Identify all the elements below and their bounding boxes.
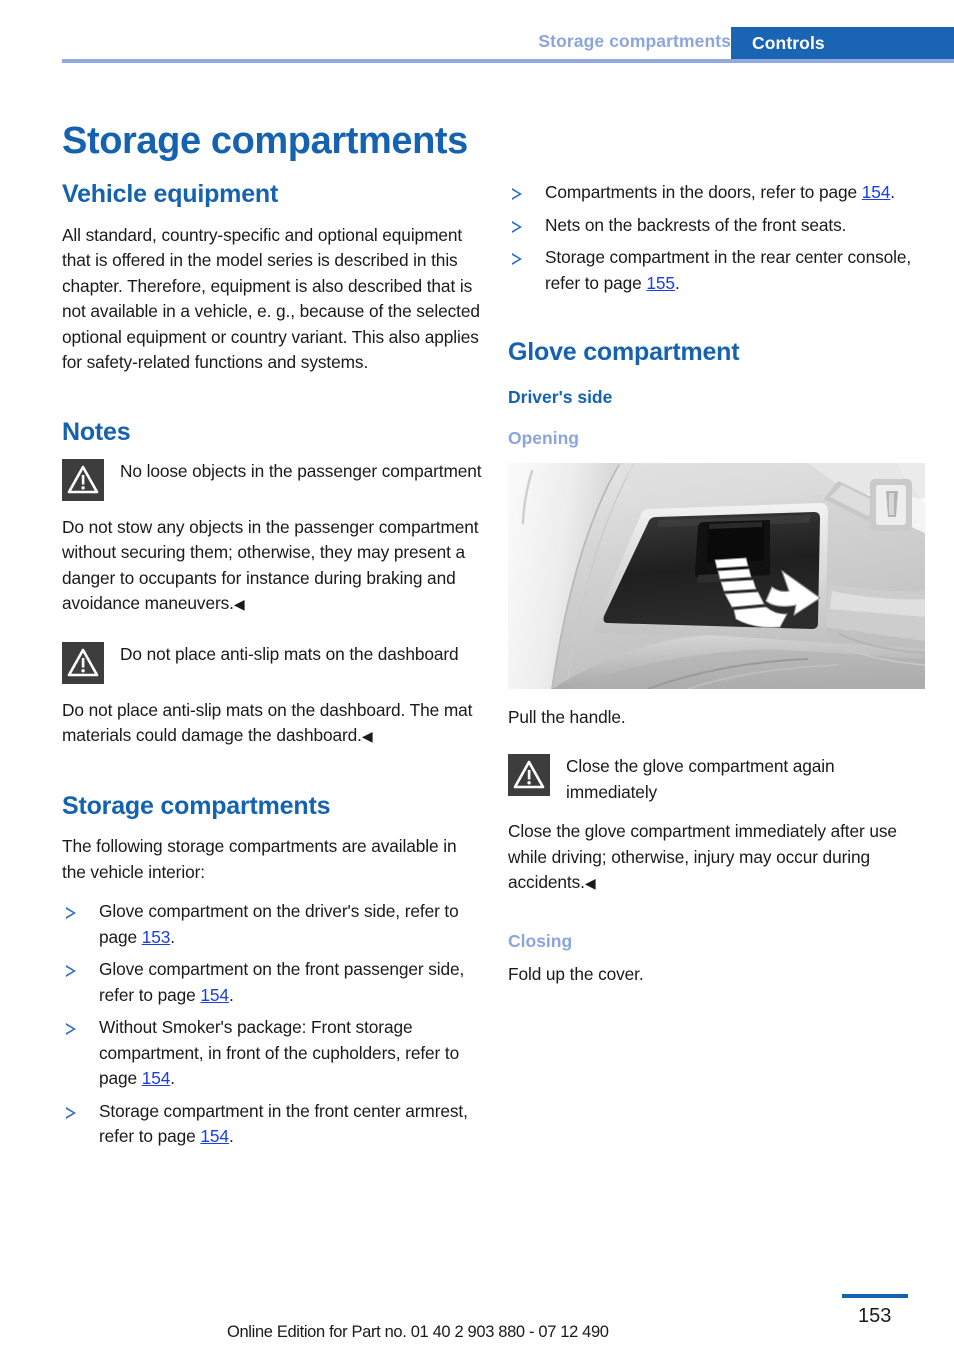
warning-triangle-icon xyxy=(62,458,104,501)
list-item: Glove compartment on the driver's side, … xyxy=(62,899,482,950)
storage-compartments-list-continued: Compartments in the doors, refer to page… xyxy=(508,180,928,296)
warning-note-2-title: Do not place anti-slip mats on the dashb… xyxy=(120,643,459,664)
list-item-text-tail: . xyxy=(890,182,895,202)
list-item-text: Storage compartment in the rear center c… xyxy=(545,247,912,293)
triangle-bullet-icon xyxy=(512,188,522,200)
warning-triangle-icon xyxy=(62,641,104,684)
list-item-text-tail: . xyxy=(170,1068,175,1089)
heading-storage-compartments: Storage compartments xyxy=(62,791,331,820)
triangle-bullet-icon xyxy=(66,1023,76,1036)
warning-note-2-title-row: Do not place anti-slip mats on the dashb… xyxy=(62,641,482,684)
list-item-text-tail: . xyxy=(228,984,234,1005)
list-item: Without Smoker's package: Front storage … xyxy=(62,1015,482,1092)
header-divider-rule xyxy=(62,59,954,63)
heading-vehicle-equipment: Vehicle equipment xyxy=(62,180,279,208)
storage-compartments-list: Glove compartment on the driver's side, … xyxy=(62,899,482,1150)
page-title: Storage compartments xyxy=(62,120,468,163)
list-item-text-tail: . xyxy=(170,926,175,947)
page-reference-link[interactable]: 155 xyxy=(646,273,675,293)
list-item-text-tail: . xyxy=(674,272,680,293)
warning-note-3-title: Close the glove compartment again immedi… xyxy=(566,756,835,802)
warning-note-1-endmark: ◀ xyxy=(233,596,245,612)
heading-notes: Notes xyxy=(62,417,131,446)
list-item: Storage compartment in the front center … xyxy=(62,1099,482,1150)
page-reference-link[interactable]: 154 xyxy=(200,1126,229,1146)
list-item-text: Compartments in the doors, refer to page xyxy=(545,182,862,202)
warning-note-3-body-text: Close the glove compartment immediately … xyxy=(508,821,897,893)
warning-note-1-body: Do not stow any objects in the passenger… xyxy=(62,515,482,618)
triangle-bullet-icon xyxy=(512,253,522,265)
page-reference-link[interactable]: 154 xyxy=(862,182,891,202)
footer-page-number: 153 xyxy=(858,1305,892,1327)
warning-note-1-title: No loose objects in the passenger compar… xyxy=(120,460,482,481)
page-reference-link[interactable]: 153 xyxy=(142,927,171,947)
subheading-opening: Opening xyxy=(508,427,579,448)
list-item: Compartments in the doors, refer to page… xyxy=(508,180,928,206)
glove-compartment-figure xyxy=(508,462,925,689)
heading-glove-compartment: Glove compartment xyxy=(508,338,740,366)
warning-note-2-body: Do not place anti-slip mats on the dashb… xyxy=(62,698,482,750)
triangle-bullet-icon xyxy=(66,907,76,920)
paragraph-vehicle-equipment: All standard, country-specific and optio… xyxy=(62,224,480,373)
list-item-text-tail: . xyxy=(228,1126,234,1147)
page-reference-link[interactable]: 154 xyxy=(200,985,229,1005)
page-reference-link[interactable]: 154 xyxy=(142,1068,171,1088)
warning-triangle-icon xyxy=(508,754,550,797)
list-item: Nets on the backrests of the front seats… xyxy=(508,213,928,239)
triangle-bullet-icon xyxy=(66,1106,76,1119)
triangle-bullet-icon xyxy=(512,220,522,233)
triangle-bullet-icon xyxy=(66,965,76,978)
footer-edition-text: Online Edition for Part no. 01 40 2 903 … xyxy=(227,1323,609,1341)
list-item-text: Nets on the backrests of the front seats… xyxy=(545,214,847,235)
subheading-closing: Closing xyxy=(508,930,573,951)
left-column: Vehicle equipment All standard, country-… xyxy=(62,180,482,1150)
header-chapter-label: Controls xyxy=(752,33,825,53)
warning-note-1-title-row: No loose objects in the passenger compar… xyxy=(62,458,482,501)
list-item-text: Storage compartment in the front center … xyxy=(99,1100,468,1147)
subheading-drivers-side: Driver's side xyxy=(508,386,613,407)
warning-note-3-body: Close the glove compartment immediately … xyxy=(508,819,928,897)
list-item: Storage compartment in the rear center c… xyxy=(508,245,928,296)
warning-note-3-endmark: ◀ xyxy=(584,875,596,892)
figure-caption-pull-handle: Pull the handle. xyxy=(508,706,626,727)
list-item-text: Glove compartment on the front passenger… xyxy=(99,959,465,1005)
paragraph-storage-intro: The following storage compartments are a… xyxy=(62,836,457,882)
page-header: Storage compartments Controls xyxy=(0,0,954,66)
paragraph-closing: Fold up the cover. xyxy=(508,963,644,984)
list-item: Glove compartment on the front passenger… xyxy=(62,957,482,1008)
warning-note-2-body-text: Do not place anti-slip mats on the dashb… xyxy=(62,699,473,746)
right-column: Compartments in the doors, refer to page… xyxy=(508,180,928,987)
warning-note-1-body-text: Do not stow any objects in the passenger… xyxy=(62,516,479,614)
header-chapter-tab: Controls xyxy=(731,27,954,59)
warning-note-3-title-row: Close the glove compartment again immedi… xyxy=(508,754,928,805)
header-section-label: Storage compartments xyxy=(538,31,731,51)
footer-divider-rule xyxy=(842,1294,908,1298)
warning-note-2-endmark: ◀ xyxy=(361,728,373,744)
